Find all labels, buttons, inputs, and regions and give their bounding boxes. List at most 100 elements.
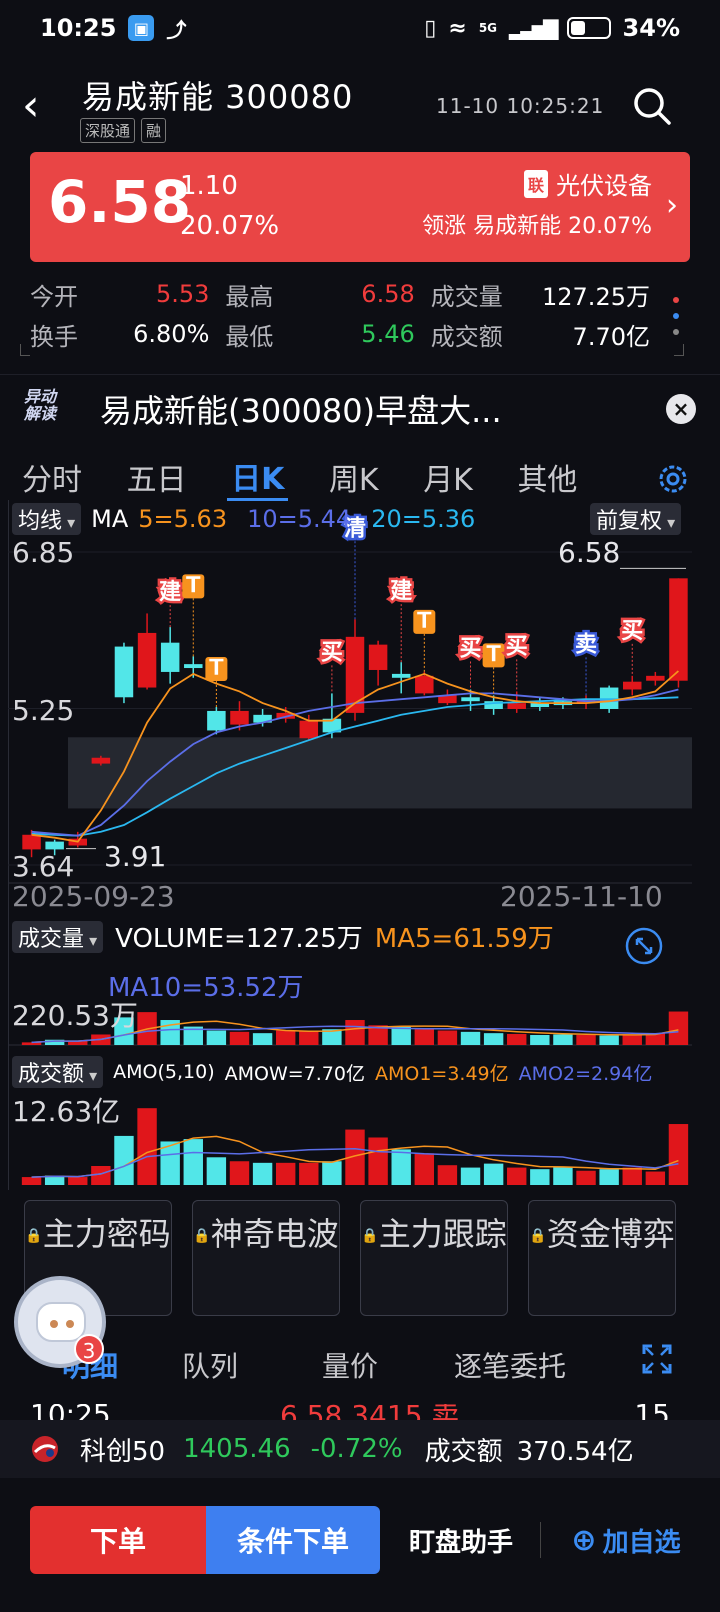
volume-toggle[interactable]: 成交量 [12,920,104,953]
signal-label: T [486,642,501,667]
news-badge: 异动解读 [24,387,57,423]
candle-body [184,664,203,669]
max-marker: 6.58 [558,536,621,569]
feature-label: 神奇电波 [210,1215,339,1253]
signal-label: 卖 [575,631,597,657]
amount-toggle[interactable]: 成交额 [12,1056,104,1088]
stats-row-1: 今开 5.53 最高 6.58 成交量 127.25万 [30,274,650,314]
amount-bar [576,1170,596,1185]
stats-corner [674,344,684,356]
amow-value: AMOW=7.70亿 [224,1062,365,1085]
candle-body [22,834,41,850]
tab-other[interactable]: 其他 [513,455,581,499]
add-watchlist-button[interactable]: ⊕ 加自选 [556,1506,696,1574]
sector-leader: 领涨 易成新能 20.07% [422,214,652,239]
candle-body [230,710,249,725]
feature-main-track[interactable]: 🔒主力跟踪 [360,1200,508,1316]
date-end: 2025-11-10 [500,880,663,913]
amount-bar [322,1161,342,1185]
stat-amount: 7.70亿 [572,322,650,351]
candle-body [669,578,688,681]
tab-queue[interactable]: 队列 [150,1345,270,1385]
tab-order-by-order[interactable]: 逐笔委托 [430,1345,590,1385]
volume-bar [668,1011,689,1045]
detail-tabs: 明细 队列 量价 逐笔委托 [30,1340,670,1390]
watch-assistant-button[interactable]: 盯盘助手 [396,1506,526,1574]
expand-icon[interactable] [624,926,664,966]
search-icon[interactable] [632,86,672,126]
signal-label: 买 [506,634,528,659]
tab-volume-price[interactable]: 量价 [290,1345,410,1385]
tab-daily-k[interactable]: 日K [227,454,289,501]
amount-bar [391,1149,411,1185]
tab-monthly-k[interactable]: 月K [419,455,477,499]
stock-tags: 深股通 融 [80,118,167,143]
volume-bar [530,1035,550,1045]
price-top: 6.85 [12,536,75,569]
sector-link[interactable]: 联 光伏设备 [523,166,652,201]
stat-label: 成交额 [430,322,503,351]
tab-five-day[interactable]: 五日 [123,455,191,499]
fullscreen-icon[interactable] [642,1344,672,1374]
min-marker: 3.91 [104,840,167,873]
support-zone [68,737,692,809]
more-dots-icon[interactable] [664,292,688,340]
amount-bar [668,1124,689,1185]
lock-icon: 🔒 [193,1228,211,1244]
volume-bar [229,1031,250,1045]
volume-bar [345,1020,365,1045]
tab-weekly-k[interactable]: 周K [325,455,383,499]
lock-icon: 🔒 [361,1228,379,1244]
gear-icon[interactable] [656,462,690,496]
feature-label: 主力跟踪 [378,1215,507,1253]
stats-row-2: 换手 6.80% 最低 5.46 成交额 7.70亿 [30,314,650,354]
index-bar[interactable]: 科创50 1405.46 -0.72% 成交额 370.54亿 [0,1420,720,1478]
volume-bar [414,1029,435,1045]
lock-icon: 🔒 [25,1228,43,1244]
candle-body [646,675,665,681]
volume-bar [553,1034,573,1045]
quote-stats: 今开 5.53 最高 6.58 成交量 127.25万 换手 6.80% 最低 … [30,274,650,354]
candle-body [599,687,619,709]
volume-bar [576,1035,596,1045]
ma20-value: 20=5.36 [371,505,476,533]
price-card[interactable]: 6.58 1.10 20.07% 联 光伏设备 领涨 易成新能 20.07% › [30,152,690,262]
volume-legend: 成交量 VOLUME=127.25万 MA5=61.59万 MA10=53.52… [12,918,612,1004]
feature-label: 资金博弈 [546,1215,675,1253]
index-amount-label: 成交额 [424,1436,503,1467]
close-icon[interactable]: × [666,394,696,424]
feature-magic-wave[interactable]: 🔒神奇电波 [192,1200,340,1316]
volume-bar [507,1033,527,1045]
back-button[interactable]: ‹ [22,82,62,132]
volume-bar [622,1034,642,1045]
period-tabs: 分时 五日 日K 周K 月K 其他 [18,450,678,504]
volume-bar [391,1026,411,1045]
candle-body [207,710,226,731]
news-headline[interactable]: 易成新能(300080)早盘大... [100,386,502,432]
volume-ma5: MA5=61.59万 [374,924,554,954]
index-amount: 370.54亿 [516,1436,634,1467]
stock-title: 易成新能 300080 [82,78,354,116]
amount-bar [483,1163,504,1185]
amount-bar [645,1171,666,1185]
stat-label: 成交量 [430,282,503,311]
amount-bar [252,1162,273,1185]
amount-bar [368,1137,388,1185]
feature-fund-game[interactable]: 🔒资金博弈 [528,1200,676,1316]
volume-bar [252,1033,273,1045]
ma-legend: 均线 MA 5=5.63 10=5.44 20=5.36 [12,503,475,535]
signal-label: T [186,573,201,598]
order-button[interactable]: 下单 [30,1506,206,1574]
candle-body [345,636,365,713]
candle-body [299,720,319,739]
tab-intraday[interactable]: 分时 [18,455,86,499]
amo2-value: AMO2=2.94亿 [518,1062,653,1085]
conditional-order-button[interactable]: 条件下单 [206,1506,380,1574]
ma-toggle[interactable]: 均线 [12,503,82,535]
adjust-toggle[interactable]: 前复权 [590,503,682,535]
battery-percent: 34% [622,14,680,42]
amount-bar [437,1165,458,1185]
status-time: 10:25 [40,14,117,42]
amount-bar [530,1169,550,1185]
amount-bar [299,1162,319,1185]
